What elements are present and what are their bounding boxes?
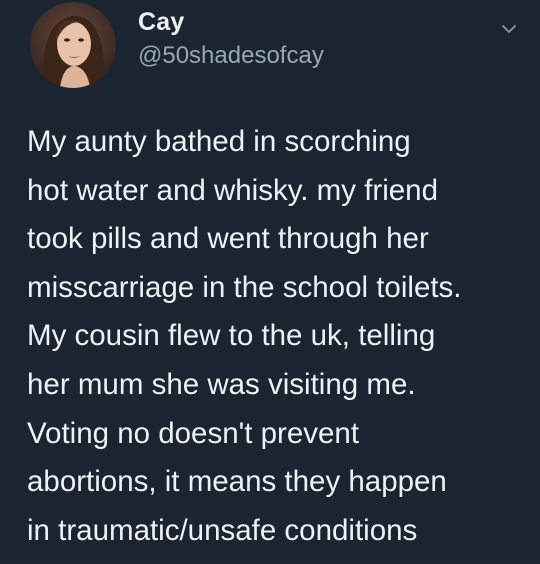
tweet-text-line: abortions, it means they happen [27, 465, 447, 499]
user-handle[interactable]: @50shadesofcay [138, 42, 324, 70]
chevron-down-icon-graphic [502, 25, 516, 33]
avatar[interactable] [30, 2, 116, 88]
tweet-text-line: hot water and whisky. my friend [27, 173, 438, 207]
tweet-text: My aunty bathed in scorching hot water a… [27, 118, 532, 555]
tweet-text-line: Voting no doesn't prevent [27, 416, 360, 450]
chevron-down-icon[interactable] [498, 18, 520, 40]
tweet-text-line: My aunty bathed in scorching [27, 125, 411, 158]
tweet-card: Cay @50shadesofcay My aunty bathed in sc… [0, 0, 540, 564]
tweet-text-line: misscarriage in the school toilets. [27, 270, 462, 304]
tweet-text-line: in traumatic/unsafe conditions [27, 513, 418, 547]
tweet-text-line: her mum she was visiting me. [27, 367, 416, 401]
display-name[interactable]: Cay [138, 8, 184, 37]
tweet-text-line: My cousin flew to the uk, telling [27, 319, 436, 353]
tweet-text-line: took pills and went through her [27, 222, 429, 256]
profile-photo-icon [30, 2, 116, 88]
